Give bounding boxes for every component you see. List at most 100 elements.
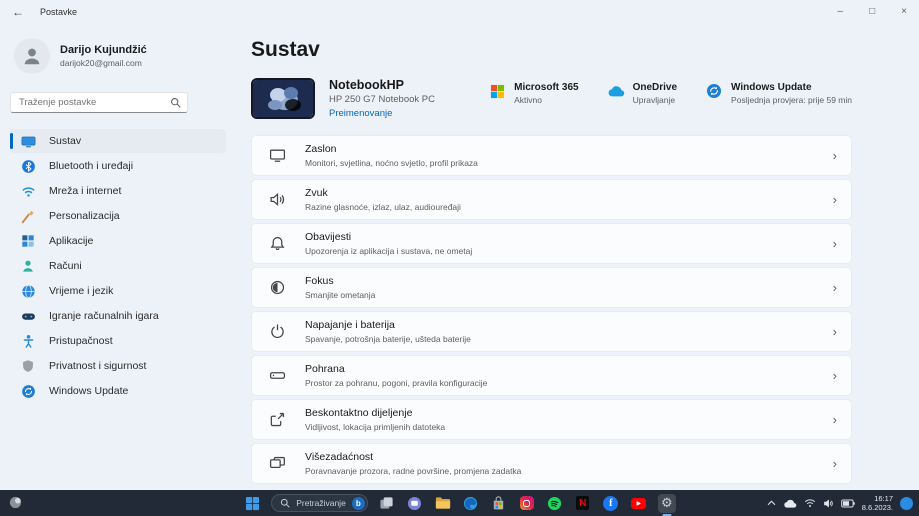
row-zaslon[interactable]: Zaslon Monitori, svjetlina, noćno svjetl… bbox=[251, 135, 852, 176]
row-text: Fokus Smanjite ometanja bbox=[305, 275, 375, 300]
onedrive-icon bbox=[607, 82, 625, 100]
sidebar-item-sustav[interactable]: Sustav bbox=[10, 129, 226, 153]
sidebar-item-aplikacije[interactable]: Aplikacije bbox=[10, 229, 226, 253]
notifications-icon bbox=[269, 235, 286, 252]
sidebar-item-vrijeme[interactable]: Vrijeme i jezik bbox=[10, 279, 226, 303]
sidebar-item-mreza[interactable]: Mreža i internet bbox=[10, 179, 226, 203]
status-microsoft-365[interactable]: Microsoft 365 Aktivno bbox=[488, 82, 579, 105]
settings-app-icon[interactable]: ⚙ bbox=[657, 493, 676, 513]
sidebar-item-label: Privatnost i sigurnost bbox=[49, 360, 147, 372]
system-icon bbox=[20, 133, 36, 149]
apps-icon bbox=[20, 233, 36, 249]
chevron-right-icon: › bbox=[832, 324, 837, 339]
status-title: Windows Update bbox=[731, 82, 812, 93]
notification-badge[interactable] bbox=[900, 496, 913, 510]
status-text: Microsoft 365 Aktivno bbox=[514, 82, 578, 105]
system-tray: 16:17 8.6.2023. bbox=[767, 494, 913, 513]
sidebar-item-igranje[interactable]: Igranje računalnih igara bbox=[10, 304, 226, 328]
tray-wifi-icon[interactable] bbox=[804, 498, 816, 508]
microsoft-store-icon[interactable] bbox=[490, 494, 508, 513]
time-language-icon bbox=[20, 283, 36, 299]
row-title: Fokus bbox=[305, 275, 334, 288]
status-text: OneDrive Upravljanje bbox=[633, 82, 677, 105]
back-button[interactable]: ← bbox=[12, 5, 24, 19]
maximize-button[interactable]: □ bbox=[869, 7, 875, 17]
taskbar-search[interactable]: Pretraživanje b bbox=[271, 494, 368, 512]
row-subtitle: Spavanje, potrošnja baterije, ušteda bat… bbox=[305, 333, 471, 344]
row-subtitle: Prostor za pohranu, pogoni, pravila konf… bbox=[305, 377, 488, 388]
sidebar-item-privatnost[interactable]: Privatnost i sigurnost bbox=[10, 354, 226, 378]
multitasking-icon bbox=[269, 455, 286, 472]
sidebar-item-label: Pristupačnost bbox=[49, 335, 113, 347]
tray-volume-icon[interactable] bbox=[823, 498, 834, 509]
row-text: Beskontaktno dijeljenje Vidljivost, loka… bbox=[305, 407, 445, 432]
task-view-button[interactable] bbox=[378, 494, 396, 513]
sidebar-item-label: Sustav bbox=[49, 135, 82, 147]
row-napajanje[interactable]: Napajanje i baterija Spavanje, potrošnja… bbox=[251, 311, 852, 352]
tray-date: 8.6.2023. bbox=[861, 503, 893, 512]
sidebar-item-racuni[interactable]: Računi bbox=[10, 254, 226, 278]
sidebar-item-pristupacnost[interactable]: Pristupačnost bbox=[10, 329, 226, 353]
spotify-icon[interactable] bbox=[546, 494, 564, 513]
row-beskontaktno[interactable]: Beskontaktno dijeljenje Vidljivost, loka… bbox=[251, 399, 852, 440]
sidebar-item-label: Windows Update bbox=[49, 385, 129, 397]
widgets-icon[interactable] bbox=[8, 495, 24, 511]
focus-icon bbox=[269, 279, 286, 296]
start-button[interactable] bbox=[243, 494, 261, 513]
gaming-icon bbox=[20, 308, 36, 324]
chat-app-icon[interactable] bbox=[406, 494, 424, 513]
row-obavijesti[interactable]: Obavijesti Upozorenja iz aplikacija i su… bbox=[251, 223, 852, 264]
row-text: Višezadaćnost Poravnavanje prozora, radn… bbox=[305, 451, 521, 476]
youtube-icon[interactable]: ▶ bbox=[630, 494, 648, 513]
status-onedrive[interactable]: OneDrive Upravljanje bbox=[607, 82, 677, 105]
chevron-right-icon: › bbox=[832, 192, 837, 207]
status-subtitle: Posljednja provjera: prije 59 min bbox=[731, 95, 852, 105]
search-icon bbox=[281, 498, 290, 508]
sidebar-item-personalizacija[interactable]: Personalizacija bbox=[10, 204, 226, 228]
row-visezadacnost[interactable]: Višezadaćnost Poravnavanje prozora, radn… bbox=[251, 443, 852, 484]
row-fokus[interactable]: Fokus Smanjite ometanja › bbox=[251, 267, 852, 308]
bluetooth-icon bbox=[20, 158, 36, 174]
nearby-share-icon bbox=[269, 411, 286, 428]
instagram-icon[interactable] bbox=[518, 494, 536, 513]
facebook-icon[interactable]: f bbox=[602, 494, 620, 513]
close-button[interactable]: × bbox=[901, 7, 907, 17]
chevron-right-icon: › bbox=[832, 280, 837, 295]
row-pohrana[interactable]: Pohrana Prostor za pohranu, pogoni, prav… bbox=[251, 355, 852, 396]
sidebar-item-label: Bluetooth i uređaji bbox=[49, 160, 134, 172]
sidebar-item-bluetooth[interactable]: Bluetooth i uređaji bbox=[10, 154, 226, 178]
search-input[interactable] bbox=[10, 92, 188, 113]
row-text: Pohrana Prostor za pohranu, pogoni, prav… bbox=[305, 363, 487, 388]
window-title: Postavke bbox=[40, 7, 78, 17]
tray-time: 16:17 bbox=[874, 493, 893, 503]
tray-chevron-up-icon[interactable] bbox=[767, 500, 776, 506]
row-zvuk[interactable]: Zvuk Razine glasnoće, izlaz, ulaz, audio… bbox=[251, 179, 852, 220]
gear-icon: ⚙ bbox=[660, 495, 673, 511]
display-icon bbox=[269, 147, 286, 164]
personalization-icon bbox=[20, 208, 36, 224]
tray-battery-icon[interactable] bbox=[840, 499, 855, 508]
file-explorer-icon[interactable] bbox=[434, 494, 452, 513]
sidebar-item-windows-update[interactable]: Windows Update bbox=[10, 379, 226, 403]
tray-clock[interactable]: 16:17 8.6.2023. bbox=[862, 494, 893, 513]
status-title: Microsoft 365 bbox=[514, 82, 579, 93]
edge-browser-icon[interactable] bbox=[462, 494, 480, 513]
status-title: OneDrive bbox=[632, 82, 678, 93]
tray-onedrive-icon[interactable] bbox=[783, 499, 797, 508]
user-profile[interactable]: Darijo Kujundžić darijok20@gmail.com bbox=[14, 38, 226, 74]
status-text: Windows Update Posljednja provjera: prij… bbox=[731, 82, 852, 105]
netflix-icon[interactable]: N bbox=[574, 494, 592, 513]
sidebar-item-label: Igranje računalnih igara bbox=[49, 310, 159, 322]
taskbar-apps: Pretraživanje b N f ▶ ⚙ bbox=[243, 493, 676, 513]
network-icon bbox=[20, 183, 36, 199]
status-windows-update[interactable]: Windows Update Posljednja provjera: prij… bbox=[705, 82, 852, 105]
user-name: Darijo Kujundžić bbox=[60, 44, 147, 56]
sound-icon bbox=[269, 191, 286, 208]
chevron-right-icon: › bbox=[832, 368, 837, 383]
minimize-button[interactable]: – bbox=[838, 7, 844, 17]
taskbar: Pretraživanje b N f ▶ ⚙ 16:17 8.6.2023. bbox=[0, 490, 919, 516]
status-strip: Microsoft 365 Aktivno OneDrive Upravljan… bbox=[488, 78, 852, 105]
status-subtitle: Aktivno bbox=[514, 95, 542, 105]
row-text: Zvuk Razine glasnoće, izlaz, ulaz, audio… bbox=[305, 187, 461, 212]
rename-link[interactable]: Preimenovanje bbox=[329, 108, 435, 119]
